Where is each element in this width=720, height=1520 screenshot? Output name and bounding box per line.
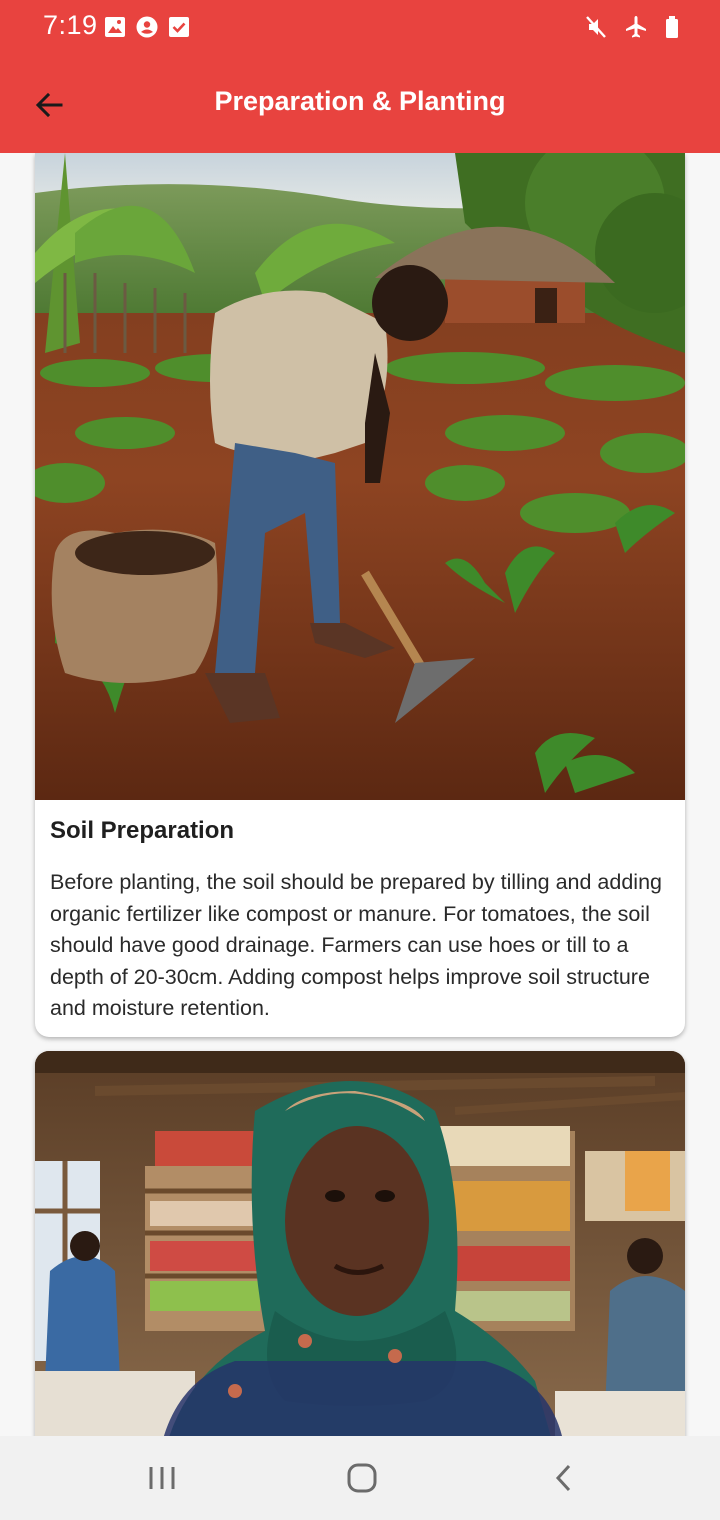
status-left-icons [104, 16, 190, 38]
system-nav-bar [0, 1436, 720, 1520]
back-icon [555, 1464, 571, 1492]
status-time: 7:19 [43, 10, 98, 40]
system-back-button[interactable] [534, 1454, 594, 1502]
card-soil-preparation[interactable]: Soil Preparation Before planting, the so… [35, 153, 685, 1037]
home-button[interactable] [332, 1454, 392, 1502]
account-circle-icon [136, 16, 158, 38]
screen: 7:19 Preparation & Planting Soil Prepara… [0, 0, 720, 1520]
battery-icon [666, 16, 678, 38]
content-list[interactable]: Soil Preparation Before planting, the so… [0, 153, 720, 1436]
card-second[interactable] [35, 1051, 685, 1436]
home-icon [347, 1463, 377, 1493]
status-bar: 7:19 [0, 0, 720, 56]
airplane-icon [626, 16, 646, 38]
mute-icon [586, 16, 606, 38]
card-title: Soil Preparation [50, 817, 235, 844]
card-description: Before planting, the soil should be prep… [50, 870, 662, 1020]
app-bar: Preparation & Planting [0, 56, 720, 153]
gallery-icon [105, 17, 125, 37]
recents-icon [149, 1467, 175, 1489]
woman-agro-shop-image [35, 1051, 685, 1436]
status-right-icons [584, 14, 680, 40]
farmer-hoeing-image [35, 153, 685, 800]
page-title: Preparation & Planting [214, 86, 506, 116]
checkbox-icon [169, 17, 189, 37]
recents-button[interactable] [132, 1454, 192, 1502]
